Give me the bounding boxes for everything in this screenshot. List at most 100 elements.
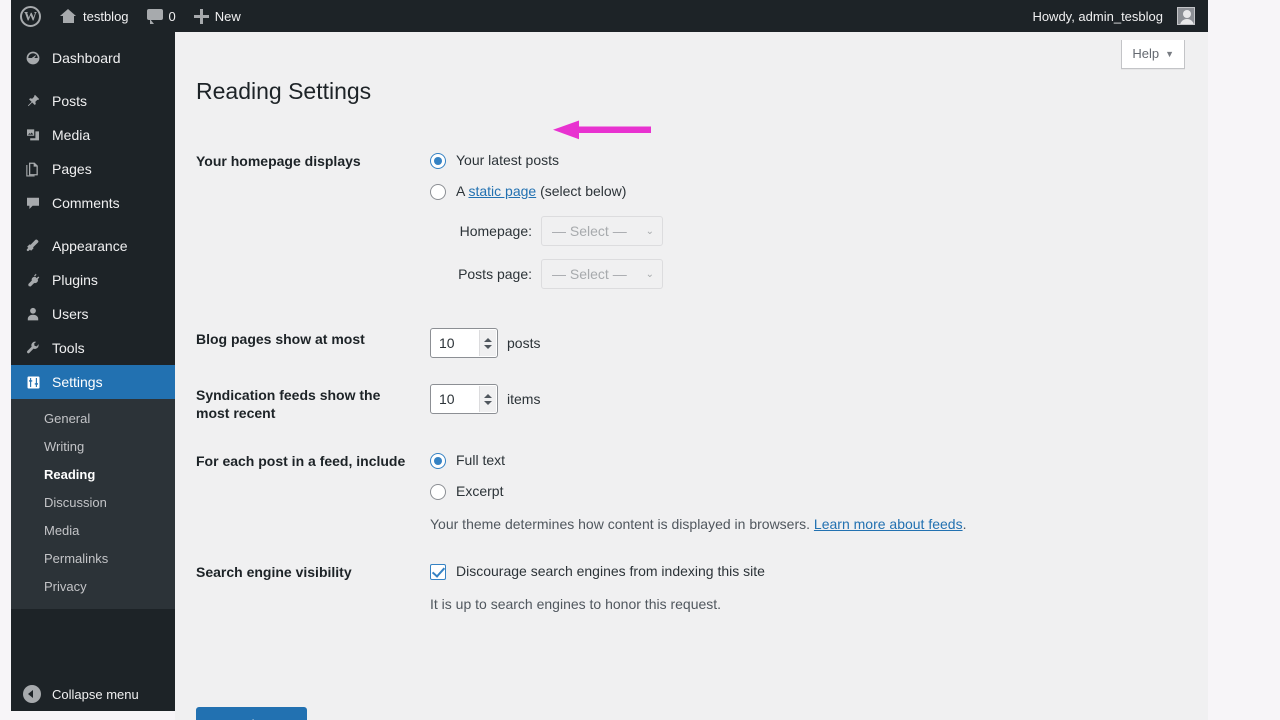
brush-icon [23,238,43,254]
submenu-item-media[interactable]: Media [11,517,175,545]
wordpress-logo-menu[interactable] [11,0,50,32]
sidebar-item-tools[interactable]: Tools [11,331,175,365]
row-homepage-select: Homepage: — Select — ⌄ [430,216,1146,246]
site-name-menu[interactable]: testblog [50,0,138,32]
checkbox-discourage-search-engines[interactable] [430,563,446,580]
static-page-prefix: A [456,183,465,199]
new-content-menu[interactable]: New [185,0,250,32]
sidebar-item-users[interactable]: Users [11,297,175,331]
learn-more-feeds-link[interactable]: Learn more about feeds [814,516,963,532]
sidebar-item-comments[interactable]: Comments [11,186,175,220]
help-label: Help [1132,46,1160,61]
radio-label-static-page[interactable]: A static page (select below) [456,181,626,202]
posts-page-select-value: — Select — [552,265,627,282]
sidebar-item-label: Pages [52,161,92,177]
new-label: New [214,8,241,24]
cell-blog-pages: posts [420,315,1156,371]
syndication-number-wrap [430,384,498,414]
posts-page-select[interactable]: — Select — ⌄ [541,259,663,289]
wordpress-admin-screen: testblog 0 New Howdy, admin_tesblog Dash [0,0,1280,720]
plus-icon [193,8,209,24]
sidebar-item-posts[interactable]: Posts [11,84,175,118]
radio-label-excerpt[interactable]: Excerpt [456,481,503,502]
blog-pages-input[interactable] [431,330,475,356]
site-name-label: testblog [83,8,129,24]
label-search-visibility: Search engine visibility [196,564,352,581]
dashboard-icon [23,50,43,66]
howdy-label: Howdy, admin_tesblog [1032,8,1163,24]
sidebar-item-dashboard[interactable]: Dashboard [11,41,175,75]
homepage-select-value: — Select — [552,222,627,239]
collapse-arrow-icon [23,685,41,703]
collapse-menu-button[interactable]: Collapse menu [11,677,175,711]
blog-pages-unit: posts [507,334,541,351]
sidebar-item-label: Settings [52,374,103,390]
stepper-down-icon[interactable] [484,400,492,405]
submenu-item-reading[interactable]: Reading [11,461,175,489]
admin-sidebar-menu: Dashboard Posts Media Pages Comments App… [11,32,175,711]
radio-excerpt[interactable] [430,483,446,500]
stepper-down-icon[interactable] [484,344,492,349]
sidebar-item-plugins[interactable]: Plugins [11,263,175,297]
option-discourage-search-engines[interactable]: Discourage search engines from indexing … [430,561,1146,582]
help-tab-button[interactable]: Help ▼ [1121,40,1185,69]
row-posts-page-select: Posts page: — Select — ⌄ [430,259,1146,289]
avatar [1177,7,1195,25]
feed-desc-text: Your theme determines how content is dis… [430,516,811,533]
label-feed-content: For each post in a feed, include [196,453,406,470]
admin-bar-right: Howdy, admin_tesblog [1023,0,1208,32]
option-static-page[interactable]: A static page (select below) [430,181,1146,202]
sidebar-item-settings[interactable]: Settings [11,365,175,399]
submenu-item-general[interactable]: General [11,405,175,433]
home-icon [59,8,77,24]
chevron-down-icon: ⌄ [645,268,654,280]
radio-static-page[interactable] [430,183,446,200]
sidebar-item-label: Posts [52,93,88,109]
blog-pages-control: posts [430,328,1146,358]
sidebar-item-label: Appearance [52,238,128,254]
syndication-stepper[interactable] [479,386,496,412]
my-account-menu[interactable]: Howdy, admin_tesblog [1023,0,1204,32]
sidebar-item-media[interactable]: Media [11,118,175,152]
radio-your-latest-posts[interactable] [430,152,446,169]
static-page-selects: Homepage: — Select — ⌄ Posts page: — Sel… [430,216,1146,289]
sidebar-item-label: Tools [52,340,85,356]
settings-submenu: General Writing Reading Discussion Media… [11,399,175,609]
page-title: Reading Settings [196,78,372,104]
label-posts-page-select: Posts page: [458,265,532,282]
option-excerpt[interactable]: Excerpt [430,481,1146,502]
radio-label-your-latest-posts[interactable]: Your latest posts [456,150,559,171]
reading-settings-form: Your homepage displays Your latest posts… [196,137,1156,628]
submenu-item-permalinks[interactable]: Permalinks [11,545,175,573]
submenu-item-privacy[interactable]: Privacy [11,573,175,601]
cell-syndication-feeds: items [420,371,1156,437]
homepage-select[interactable]: — Select — ⌄ [541,216,663,246]
row-syndication-feeds: Syndication feeds show the most recent i… [196,371,1156,437]
row-search-visibility: Search engine visibility Discourage sear… [196,548,1156,628]
stepper-up-icon[interactable] [484,337,492,342]
user-icon [23,306,43,322]
sidebar-item-pages[interactable]: Pages [11,152,175,186]
sidebar-item-appearance[interactable]: Appearance [11,229,175,263]
sidebar-item-label: Plugins [52,272,98,288]
row-feed-content: For each post in a feed, include Full te… [196,437,1156,548]
syndication-unit: items [507,390,541,407]
option-full-text[interactable]: Full text [430,450,1146,471]
sidebar-item-label: Media [52,127,91,143]
comments-bubble[interactable]: 0 [138,0,185,32]
comments-icon [23,195,43,211]
radio-label-full-text[interactable]: Full text [456,450,505,471]
sidebar-item-label: Dashboard [52,50,121,66]
static-page-link[interactable]: static page [468,183,536,199]
radio-full-text[interactable] [430,452,446,469]
checkbox-label-discourage[interactable]: Discourage search engines from indexing … [456,561,765,582]
pages-icon [23,161,43,177]
option-your-latest-posts[interactable]: Your latest posts [430,150,1146,171]
syndication-input[interactable] [431,386,475,412]
submenu-item-discussion[interactable]: Discussion [11,489,175,517]
stepper-up-icon[interactable] [484,393,492,398]
save-changes-button[interactable]: Save Changes [196,707,308,720]
blog-pages-stepper[interactable] [479,330,496,356]
syndication-control: items [430,384,1146,414]
submenu-item-writing[interactable]: Writing [11,433,175,461]
